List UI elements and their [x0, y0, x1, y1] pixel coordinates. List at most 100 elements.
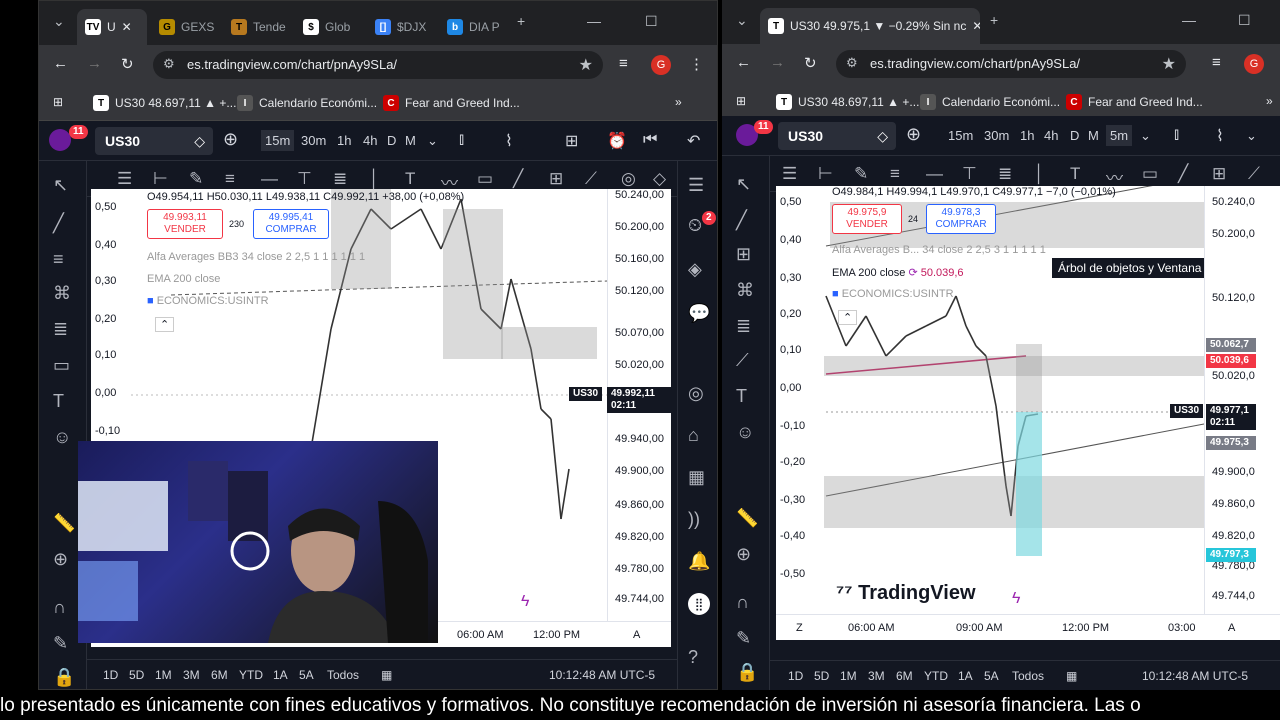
reload-icon[interactable]: ↻ — [121, 55, 134, 73]
candles-icon[interactable]: ⫾ — [459, 131, 464, 149]
bookmark-star-icon[interactable]: ★ — [579, 55, 593, 75]
replay-icon[interactable]: ⏮ — [643, 131, 657, 149]
forward-icon[interactable]: → — [87, 55, 102, 72]
symbol-search[interactable]: US30 ◇ — [95, 127, 213, 155]
chevron-down-icon[interactable]: ⌄ — [1246, 128, 1257, 144]
apps-icon[interactable]: ⊞ — [53, 95, 63, 109]
hline-icon[interactable]: ⊢ — [153, 169, 168, 189]
trendline-icon[interactable]: ╱ — [1178, 164, 1188, 184]
broadcast-icon[interactable]: )) — [688, 509, 700, 530]
range-1d[interactable]: 1D — [103, 668, 118, 682]
patterns-icon[interactable]: ⌘ — [736, 280, 754, 301]
range-1m[interactable]: 1M — [840, 669, 857, 683]
maximize-icon[interactable]: ☐ — [1238, 12, 1251, 29]
emoji-icon[interactable]: ☺ — [736, 422, 754, 443]
date-range-icon[interactable]: ▦ — [1066, 669, 1077, 683]
geometric-icon[interactable]: ▭ — [53, 355, 70, 376]
brush-icon[interactable]: ✎ — [854, 164, 868, 184]
layers-icon[interactable]: ◈ — [688, 259, 702, 280]
indicator-ema[interactable]: EMA 200 close — [147, 273, 220, 285]
zoom-icon[interactable]: ⊕ — [736, 544, 751, 565]
interval-4h[interactable]: 4h — [1044, 128, 1058, 143]
bookmark-us30[interactable]: T US30 48.697,11 ▲ +... — [776, 94, 919, 110]
lock-drawings-icon[interactable]: ✎ — [53, 633, 68, 654]
time-axis[interactable]: Z 06:00 AM 09:00 AM 12:00 PM 03:00 A — [776, 614, 1280, 640]
site-info-icon[interactable]: ⚙ — [163, 56, 175, 72]
range-1a[interactable]: 1A — [958, 669, 973, 683]
profile-avatar[interactable]: G — [1244, 54, 1264, 74]
channel-icon[interactable]: ☰ — [117, 169, 132, 189]
candles-icon[interactable]: ⫾ — [1174, 126, 1179, 144]
trend-line-icon[interactable]: ╱ — [736, 210, 747, 231]
layouts-icon[interactable]: ⊞ — [565, 131, 578, 151]
chat-icon[interactable]: 💬 — [688, 303, 710, 324]
compare-add-icon[interactable]: ⊕ — [906, 124, 921, 145]
close-icon[interactable]: ✕ — [972, 19, 980, 33]
help-icon[interactable]: ? — [688, 647, 698, 668]
tab-tradingview[interactable]: TV U ✕ — [77, 9, 147, 45]
tab-search-icon[interactable]: ⌄ — [736, 12, 748, 29]
indicator-bb[interactable]: Alfa Averages BB3 34 close 2 2,5 1 1 1 1… — [147, 251, 365, 263]
magnet-icon[interactable]: ∩ — [53, 597, 66, 618]
auto-scale-button[interactable]: A — [1228, 622, 1235, 634]
menu-icon[interactable]: ⋮ — [689, 55, 704, 73]
range-5a[interactable]: 5A — [299, 668, 314, 682]
range-5a[interactable]: 5A — [984, 669, 999, 683]
range-5d[interactable]: 5D — [814, 669, 829, 683]
lightning-icon[interactable]: ϟ — [521, 593, 529, 611]
symbol-search[interactable]: US30 ◇ — [778, 122, 896, 150]
zoom-reset-button[interactable]: Z — [796, 622, 803, 634]
bookmark-calendario[interactable]: I Calendario Económi... — [237, 95, 377, 111]
close-icon[interactable]: ✕ — [122, 20, 132, 34]
trendline-icon[interactable]: ╱ — [513, 169, 523, 189]
bookmark-us30[interactable]: T US30 48.697,11 ▲ +... — [93, 95, 236, 111]
range-1a[interactable]: 1A — [273, 668, 288, 682]
interval-1h[interactable]: 1h — [1020, 128, 1034, 143]
trend-line-icon[interactable]: ╱ — [53, 213, 64, 234]
reload-icon[interactable]: ↻ — [804, 54, 817, 72]
cursor-icon[interactable]: ↖ — [736, 174, 751, 195]
interval-30m[interactable]: 30m — [301, 133, 326, 148]
text-icon[interactable]: T — [736, 386, 747, 407]
forward-icon[interactable]: → — [770, 54, 785, 71]
clock-alerts-icon[interactable]: ⏲ — [688, 215, 702, 236]
url-field[interactable]: ⚙ es.tradingview.com/chart/pnAy9SLa/ ★ — [153, 51, 603, 79]
indicators-icon[interactable]: ⌇ — [505, 131, 513, 151]
range-ytd[interactable]: YTD — [239, 668, 263, 682]
bookmark-star-icon[interactable]: ★ — [1162, 54, 1176, 74]
chevron-down-icon[interactable]: ⌄ — [427, 133, 438, 149]
interval-15m[interactable]: 15m — [948, 128, 973, 143]
auto-scale-button[interactable]: A — [633, 629, 640, 641]
interval-15m[interactable]: 15m — [261, 130, 295, 151]
line-icon[interactable]: ⟋ — [585, 169, 597, 189]
ruler-icon[interactable]: 📏 — [736, 508, 758, 529]
long-position-target[interactable] — [1016, 412, 1042, 556]
range-todos[interactable]: Todos — [1012, 669, 1044, 683]
grid-icon[interactable]: ⊞ — [549, 169, 563, 189]
lock-icon[interactable]: 🔒 — [736, 662, 758, 683]
undo-icon[interactable]: ↶ — [687, 131, 700, 151]
ruler-icon[interactable]: 📏 — [53, 513, 75, 534]
minimize-icon[interactable]: — — [587, 13, 601, 29]
lock-icon[interactable]: 🔒 — [53, 667, 75, 688]
interval-1h[interactable]: 1h — [337, 133, 351, 148]
range-6m[interactable]: 6M — [211, 668, 228, 682]
new-tab-icon[interactable]: + — [990, 12, 998, 28]
apps-icon[interactable]: ⊞ — [736, 94, 746, 108]
zoom-icon[interactable]: ⊕ — [53, 549, 68, 570]
buy-button[interactable]: 49.995,41 COMPRAR — [253, 209, 329, 239]
maximize-icon[interactable]: ☐ — [645, 13, 658, 30]
text-tool-icon[interactable]: T — [1070, 164, 1080, 184]
brush-icon[interactable]: ✎ — [189, 169, 203, 189]
tab-tradingview[interactable]: T US30 49.975,1 ▼ −0.29% Sin nc ✕ — [760, 8, 980, 44]
grid-icon[interactable]: ⊞ — [1212, 164, 1226, 184]
range-ytd[interactable]: YTD — [924, 669, 948, 683]
fib-retracement-icon[interactable]: ≡ — [53, 249, 64, 270]
indicator-econ[interactable]: ■ ECONOMICS:USINTR — [832, 288, 954, 300]
sell-button[interactable]: 49.975,9 VENDER — [832, 204, 902, 234]
bookmark-fear-greed[interactable]: C Fear and Greed Ind... — [383, 95, 520, 111]
text-tool-icon[interactable]: T — [405, 169, 415, 189]
bell-icon[interactable]: 🔔 — [688, 551, 710, 572]
rectangle-icon[interactable]: ▭ — [1142, 164, 1158, 184]
grid-tool-icon[interactable]: ⊞ — [736, 244, 751, 265]
